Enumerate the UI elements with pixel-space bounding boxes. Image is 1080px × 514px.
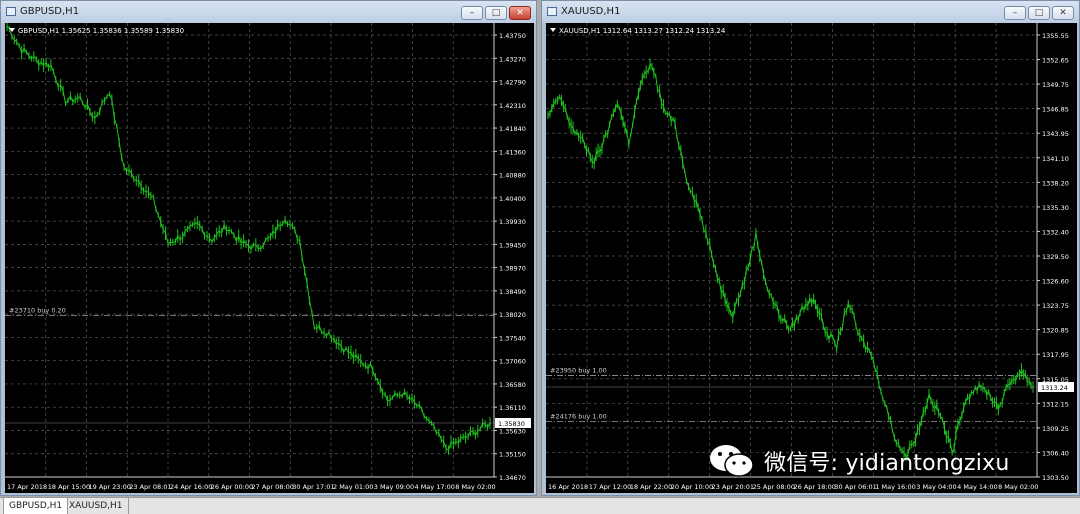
price-tick-label: 1.38490 xyxy=(499,288,526,296)
price-tick-label: 1.41840 xyxy=(499,125,526,133)
time-tick-label: 18 Apr 22:00 xyxy=(630,483,672,491)
close-button[interactable]: ✕ xyxy=(509,6,531,20)
price-tick-label: 1.38020 xyxy=(499,311,526,319)
chart-header-ohlc: XAUUSD,H1 1312.64 1313.27 1312.24 1313.2… xyxy=(559,27,726,35)
price-tick-label: 1320.85 xyxy=(1042,327,1069,335)
price-tick-label: 1338.20 xyxy=(1042,179,1069,187)
time-tick-label: 20 Apr 10:00 xyxy=(671,483,713,491)
window-titlebar[interactable]: GBPUSD,H1 – □ ✕ xyxy=(1,1,536,23)
time-tick-label: 16 Apr 2018 xyxy=(548,483,588,491)
close-button[interactable]: ✕ xyxy=(1052,6,1074,20)
tab-xauusd[interactable]: XAUUSD,H1 xyxy=(64,498,129,514)
order-line-label: #23950 buy 1.00 xyxy=(550,367,607,375)
price-tick-label: 1.37060 xyxy=(499,358,526,366)
time-tick-label: 17 Apr 2018 xyxy=(7,483,47,491)
price-tick-label: 1.42310 xyxy=(499,102,526,110)
maximize-button[interactable]: □ xyxy=(1028,6,1050,20)
time-tick-label: 30 Apr 17:01 xyxy=(292,483,334,491)
price-tick-label: 1303.50 xyxy=(1042,474,1069,482)
order-line-label: #23710 buy 0.20 xyxy=(9,307,66,315)
maximize-button[interactable]: □ xyxy=(485,6,507,20)
price-tick-label: 1.42790 xyxy=(499,79,526,87)
gbpusd-chart-window: GBPUSD,H1 – □ ✕ 1.43750 1.43270 1.42790 1.4… xyxy=(0,0,537,496)
xauusd-price-chart[interactable]: 1355.55 1352.65 1349.75 1346.85 1343.95 1341.… xyxy=(546,23,1077,493)
window-titlebar[interactable]: XAUUSD,H1 – □ ✕ xyxy=(542,1,1079,23)
minimize-button[interactable]: – xyxy=(461,6,483,20)
time-tick-label: 3 May 04:00 xyxy=(916,483,956,491)
watermark-text: 微信号: yidiantongzixu xyxy=(764,451,1010,476)
price-tick-label: 1341.10 xyxy=(1042,155,1069,163)
chart-window-icon xyxy=(6,7,16,16)
chart-tabs-bar: GBPUSD,H1 XAUUSD,H1 xyxy=(0,497,1080,514)
price-tick-label: 1317.95 xyxy=(1042,351,1069,359)
time-tick-label: 25 Apr 08:00 xyxy=(753,483,795,491)
time-tick-label: 18 Apr 15:00 xyxy=(48,483,90,491)
price-tick-label: 1343.95 xyxy=(1042,130,1069,138)
price-tick-label: 1323.75 xyxy=(1042,302,1069,310)
price-tick-label: 1346.85 xyxy=(1042,106,1069,114)
time-tick-label: 3 May 09:00 xyxy=(374,483,414,491)
chart-canvas[interactable]: 1355.55 1352.65 1349.75 1346.85 1343.95 1341.… xyxy=(546,23,1077,493)
price-tick-label: 1.35630 xyxy=(499,427,526,435)
price-tick-label: 1.35150 xyxy=(499,451,526,459)
price-tick-label: 1312.15 xyxy=(1042,400,1069,408)
price-tick-label: 1352.65 xyxy=(1042,57,1069,65)
time-tick-label: 8 May 02:00 xyxy=(998,483,1038,491)
time-tick-label: 4 May 14:00 xyxy=(957,483,997,491)
gbpusd-price-chart[interactable]: 1.43750 1.43270 1.42790 1.42310 1.41840 1.413… xyxy=(5,23,534,493)
time-tick-label: 19 Apr 23:00 xyxy=(89,483,131,491)
time-tick-label: 1 May 16:00 xyxy=(875,483,915,491)
price-tick-label: 1.36580 xyxy=(499,381,526,389)
price-tick-label: 1.37540 xyxy=(499,334,526,342)
current-price-label: 1313.24 xyxy=(1041,384,1068,392)
price-tick-label: 1326.60 xyxy=(1042,278,1069,286)
price-tick-label: 1.43270 xyxy=(499,55,526,63)
minimize-button[interactable]: – xyxy=(1004,6,1026,20)
chart-window-icon xyxy=(547,7,557,16)
price-tick-label: 1.40400 xyxy=(499,195,526,203)
time-tick-label: 23 Apr 20:01 xyxy=(712,483,754,491)
price-tick-label: 1.40880 xyxy=(499,172,526,180)
time-tick-label: 2 May 01:00 xyxy=(333,483,373,491)
time-tick-label: 8 May 02:00 xyxy=(455,483,495,491)
price-tick-label: 1.38970 xyxy=(499,265,526,273)
price-tick-label: 1.39450 xyxy=(499,241,526,249)
price-tick-label: 1306.40 xyxy=(1042,449,1069,457)
price-tick-label: 1332.40 xyxy=(1042,228,1069,236)
window-title: GBPUSD,H1 xyxy=(20,6,80,17)
price-tick-label: 1.39930 xyxy=(499,218,526,226)
price-tick-label: 1.41360 xyxy=(499,148,526,156)
time-tick-label: 23 Apr 08:01 xyxy=(129,483,171,491)
time-tick-label: 30 Apr 06:01 xyxy=(834,483,876,491)
time-tick-label: 24 Apr 16:00 xyxy=(170,483,212,491)
time-tick-label: 27 Apr 08:00 xyxy=(252,483,294,491)
xauusd-chart-window: XAUUSD,H1 – □ ✕ 1355.55 1352.65 1349.75 134… xyxy=(541,0,1080,496)
window-title: XAUUSD,H1 xyxy=(561,6,621,17)
time-tick-label: 26 Apr 00:00 xyxy=(211,483,253,491)
price-tick-label: 1.36110 xyxy=(499,404,526,412)
time-tick-label: 26 Apr 18:00 xyxy=(794,483,836,491)
price-tick-label: 1309.25 xyxy=(1042,425,1069,433)
order-line-label: #24176 buy 1.00 xyxy=(550,412,607,420)
time-tick-label: 4 May 17:00 xyxy=(415,483,455,491)
price-tick-label: 1.34670 xyxy=(499,474,526,482)
price-tick-label: 1349.75 xyxy=(1042,81,1069,89)
price-tick-label: 1355.55 xyxy=(1042,32,1069,40)
price-tick-label: 1335.30 xyxy=(1042,204,1069,212)
price-tick-label: 1329.50 xyxy=(1042,253,1069,261)
chart-header-ohlc: GBPUSD,H1 1.35625 1.35836 1.35589 1.3583… xyxy=(18,27,184,35)
current-price-label: 1.35830 xyxy=(498,420,525,428)
chart-canvas[interactable]: 1.43750 1.43270 1.42790 1.42310 1.41840 1.413… xyxy=(5,23,534,493)
time-tick-label: 17 Apr 12:00 xyxy=(589,483,631,491)
price-tick-label: 1.43750 xyxy=(499,32,526,40)
tab-gbpusd[interactable]: GBPUSD,H1 xyxy=(3,498,69,514)
wechat-watermark: 微信号: yidiantongzixu xyxy=(706,442,1009,480)
wechat-icon xyxy=(710,445,754,477)
